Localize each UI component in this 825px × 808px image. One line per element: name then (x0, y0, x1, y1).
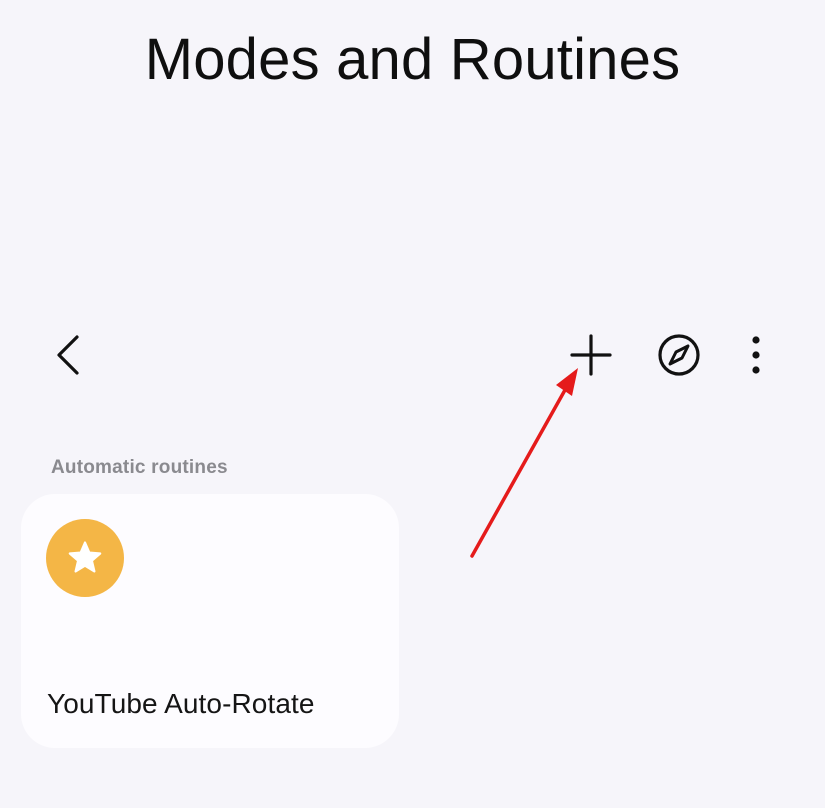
section-label-automatic-routines: Automatic routines (51, 457, 228, 478)
routine-icon (46, 519, 124, 597)
plus-icon (570, 334, 612, 376)
compass-icon (658, 334, 700, 376)
explore-button[interactable] (650, 326, 708, 384)
more-vertical-icon (752, 336, 760, 374)
more-options-button[interactable] (734, 326, 778, 384)
page-title: Modes and Routines (144, 27, 681, 92)
chevron-left-icon (57, 335, 79, 375)
star-icon (68, 541, 102, 573)
routine-name: YouTube Auto-Rotate (47, 688, 315, 719)
back-button[interactable] (42, 326, 94, 384)
routine-card[interactable]: YouTube Auto-Rotate (21, 494, 399, 748)
add-button[interactable] (562, 326, 620, 384)
